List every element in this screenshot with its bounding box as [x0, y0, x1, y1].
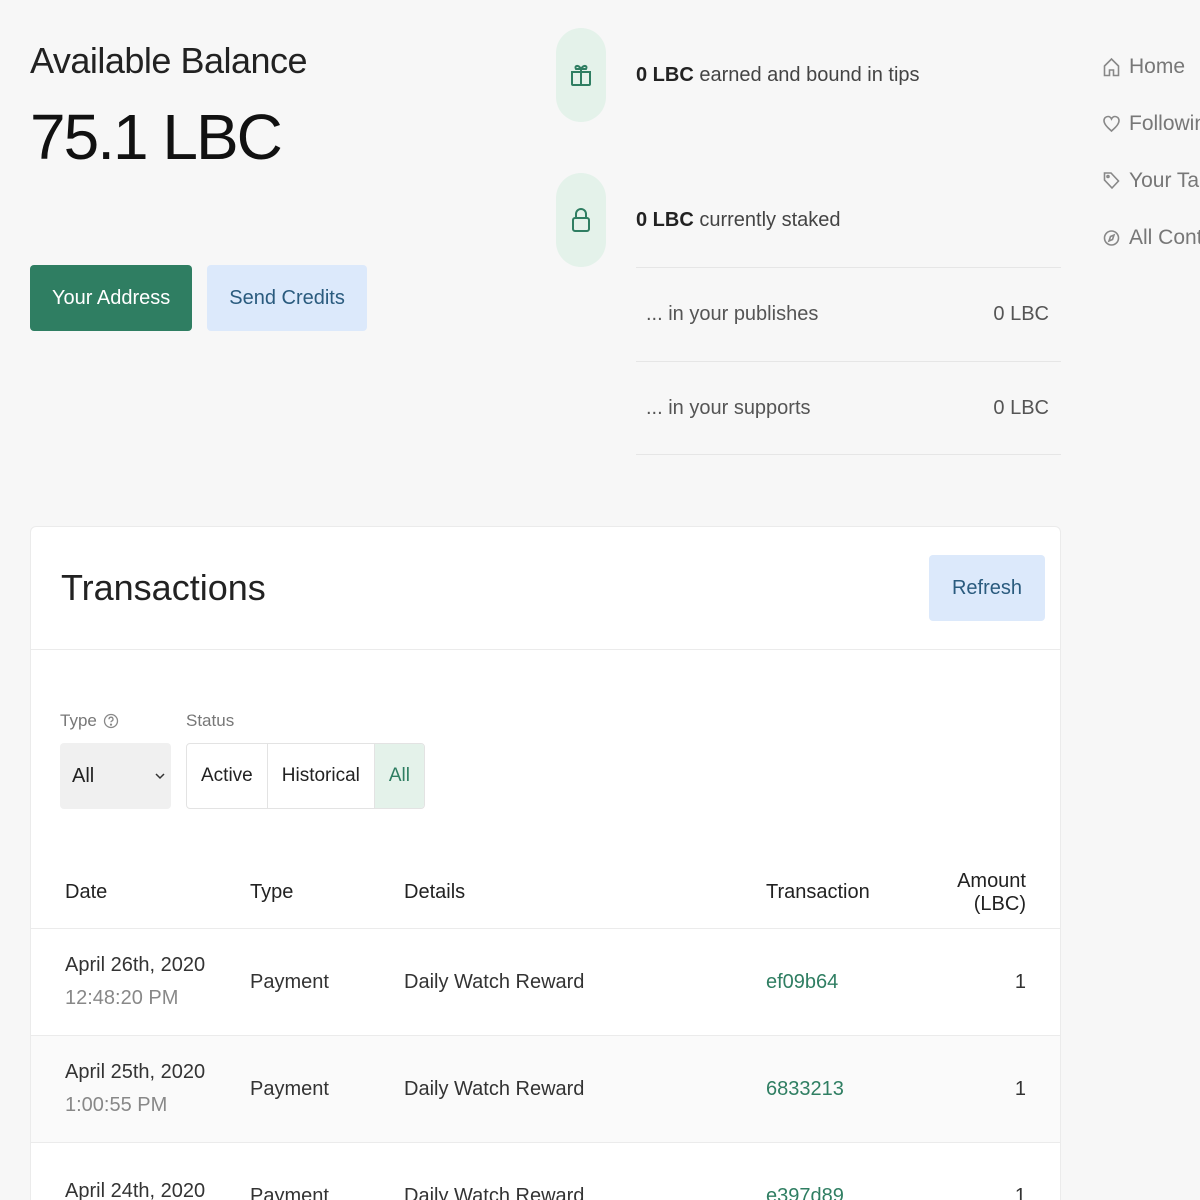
status-filter-label: Status [186, 711, 235, 730]
balance-stats: 0 LBC earned and bound in tips 0 LBC cur… [556, 28, 1061, 455]
lock-icon [556, 173, 606, 267]
tag-icon [1103, 171, 1120, 189]
type-select-value: All [72, 764, 95, 787]
send-credits-button[interactable]: Send Credits [207, 265, 367, 331]
row-transaction: e397d89 [766, 1185, 916, 1200]
transaction-link[interactable]: ef09b64 [766, 971, 838, 993]
type-filter-label: Type [60, 707, 171, 735]
row-type: Payment [250, 970, 329, 993]
row-date: April 25th, 2020 1:00:55 PM [31, 1061, 250, 1117]
transaction-filters: Type All Status Active Historical All [60, 707, 425, 809]
chevron-down-icon [155, 773, 165, 780]
row-amount: 1 [1014, 1184, 1026, 1200]
balance-title: Available Balance [30, 40, 308, 81]
column-transaction: Transaction [766, 881, 870, 903]
status-active-button[interactable]: Active [187, 744, 268, 808]
column-amount: Amount (LBC) [957, 869, 1026, 915]
supports-value: 0 LBC [993, 396, 1049, 419]
row-type: Payment [250, 1077, 329, 1100]
row-date: April 24th, 2020 [31, 1180, 250, 1200]
row-date-day: April 25th, 2020 [65, 1061, 206, 1083]
help-icon[interactable] [103, 713, 119, 729]
row-date-day: April 26th, 2020 [65, 954, 206, 976]
transactions-header: Transactions Refresh [31, 527, 1060, 650]
column-details: Details [404, 881, 466, 903]
sidebar-item-label: Following [1129, 111, 1200, 135]
compass-icon [1103, 229, 1120, 246]
balance-amount: 75.1 LBC [30, 101, 283, 173]
sidebar-item-home[interactable]: Home [1103, 50, 1200, 83]
sidebar-item-your-tags[interactable]: Your Tags [1103, 164, 1200, 197]
publishes-label: ... in your publishes [646, 303, 819, 325]
status-all-button[interactable]: All [374, 744, 424, 808]
type-filter: Type All [60, 707, 171, 809]
table-header: Date Type Details Transaction Amount (LB… [31, 857, 1060, 929]
staked-stat: 0 LBC currently staked [556, 173, 1061, 267]
sidebar-item-following[interactable]: Following [1103, 107, 1200, 140]
balance-actions: Your Address Send Credits [30, 265, 367, 331]
staked-text: 0 LBC currently staked [636, 209, 841, 232]
sidebar-item-label: Your Tags [1129, 168, 1200, 192]
transaction-link[interactable]: 6833213 [766, 1078, 844, 1100]
status-filter: Status Active Historical All [186, 707, 425, 809]
row-date: April 26th, 2020 12:48:20 PM [31, 954, 250, 1010]
supports-row: ... in your supports 0 LBC [636, 361, 1061, 455]
staked-breakdown: ... in your publishes 0 LBC ... in your … [636, 267, 1061, 455]
tips-label: earned and bound in tips [693, 63, 920, 86]
publishes-value: 0 LBC [993, 303, 1049, 325]
column-date: Date [65, 881, 108, 903]
row-details: Daily Watch Reward [404, 970, 585, 993]
refresh-button[interactable]: Refresh [928, 555, 1045, 621]
type-label-text: Type [60, 711, 97, 730]
staked-amount: 0 LBC [636, 208, 694, 231]
row-amount: 1 [1014, 1077, 1026, 1100]
tips-stat: 0 LBC earned and bound in tips [556, 28, 1061, 122]
column-type: Type [250, 881, 294, 903]
publishes-row: ... in your publishes 0 LBC [636, 267, 1061, 361]
transactions-card: Transactions Refresh Type All Status Act… [30, 526, 1061, 1200]
supports-label: ... in your supports [646, 396, 811, 419]
gift-icon [556, 28, 606, 122]
status-segmented-control: Active Historical All [186, 743, 425, 809]
row-amount: 1 [1014, 970, 1026, 993]
row-date-time: 1:00:55 PM [65, 1094, 168, 1116]
table-row: April 25th, 2020 1:00:55 PM Payment Dail… [31, 1036, 1060, 1143]
your-address-button[interactable]: Your Address [30, 265, 193, 331]
sidebar: Home Following Your Tags All Content [1103, 50, 1200, 278]
staked-label: currently staked [693, 208, 841, 231]
table-row: April 24th, 2020 Payment Daily Watch Rew… [31, 1143, 1060, 1200]
row-details: Daily Watch Reward [404, 1184, 585, 1200]
heart-icon [1103, 115, 1120, 132]
sidebar-item-label: All Content [1129, 225, 1200, 249]
row-type: Payment [250, 1184, 329, 1200]
row-transaction: ef09b64 [766, 971, 916, 994]
status-historical-button[interactable]: Historical [268, 744, 375, 808]
row-date-time: 12:48:20 PM [65, 987, 179, 1009]
row-transaction: 6833213 [766, 1078, 916, 1101]
type-select[interactable]: All [60, 743, 171, 809]
sidebar-item-label: Home [1129, 54, 1186, 78]
transactions-title: Transactions [61, 567, 266, 608]
tips-amount: 0 LBC [636, 63, 694, 86]
table-row: April 26th, 2020 12:48:20 PM Payment Dai… [31, 929, 1060, 1036]
balance-block: Available Balance 75.1 LBC [30, 40, 308, 174]
transaction-link[interactable]: e397d89 [766, 1185, 844, 1200]
sidebar-item-all-content[interactable]: All Content [1103, 221, 1200, 254]
home-icon [1103, 57, 1120, 76]
row-details: Daily Watch Reward [404, 1077, 585, 1100]
row-date-day: April 24th, 2020 [65, 1179, 206, 1200]
tips-text: 0 LBC earned and bound in tips [636, 64, 920, 87]
transactions-table: Date Type Details Transaction Amount (LB… [31, 857, 1060, 1200]
